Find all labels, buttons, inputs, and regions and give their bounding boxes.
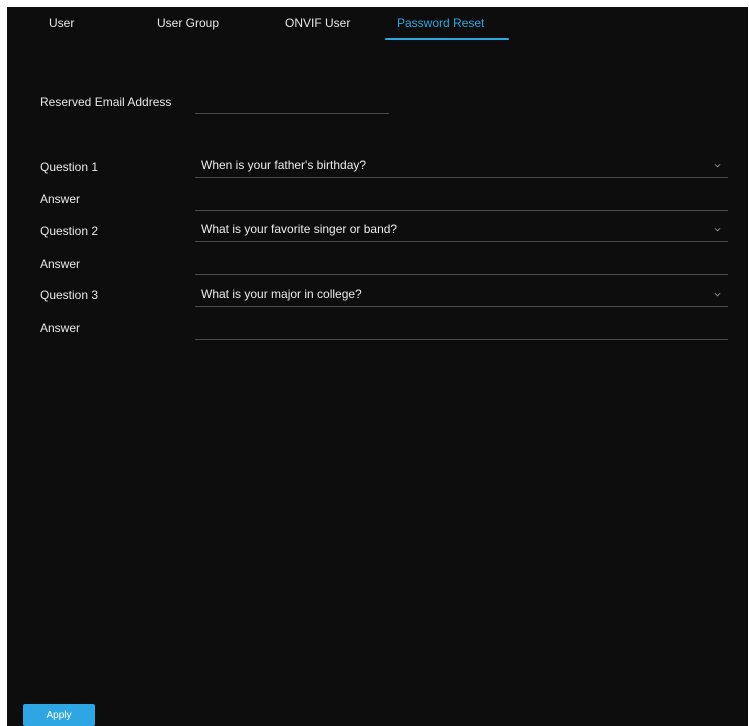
email-field[interactable] <box>195 90 389 114</box>
answer-2-field[interactable] <box>195 251 728 275</box>
question-2-label: Question 2 <box>40 224 99 238</box>
apply-button[interactable]: Apply <box>23 704 95 726</box>
question-1-label: Question 1 <box>40 160 99 174</box>
tab-bar: User User Group ONVIF User Password Rese… <box>7 7 748 41</box>
answer-1-field[interactable] <box>195 187 728 211</box>
answer-3-input[interactable] <box>195 316 728 339</box>
answer-3-field[interactable] <box>195 316 728 340</box>
active-tab-indicator <box>385 38 509 40</box>
question-1-select[interactable]: When is your father's birthday? <box>195 154 728 178</box>
answer-2-input[interactable] <box>195 251 728 274</box>
tab-user[interactable]: User <box>49 16 74 30</box>
email-input[interactable] <box>195 90 389 113</box>
answer-1-label: Answer <box>40 192 81 206</box>
chevron-down-icon <box>714 292 721 297</box>
question-3-label: Question 3 <box>40 288 99 302</box>
answer-2-label: Answer <box>40 257 81 271</box>
chevron-down-icon <box>714 163 721 168</box>
password-reset-panel: User User Group ONVIF User Password Rese… <box>7 7 748 726</box>
tab-password-reset[interactable]: Password Reset <box>397 16 484 30</box>
question-1-value: When is your father's birthday? <box>201 158 367 172</box>
question-3-select[interactable]: What is your major in college? <box>195 283 728 307</box>
answer-1-input[interactable] <box>195 187 728 210</box>
email-label: Reserved Email Address <box>40 95 172 109</box>
answer-3-label: Answer <box>40 321 81 335</box>
question-2-value: What is your favorite singer or band? <box>201 222 398 236</box>
chevron-down-icon <box>714 227 721 232</box>
tab-onvif-user[interactable]: ONVIF User <box>285 16 350 30</box>
question-3-value: What is your major in college? <box>201 287 362 301</box>
question-2-select[interactable]: What is your favorite singer or band? <box>195 218 728 242</box>
tab-user-group[interactable]: User Group <box>157 16 219 30</box>
